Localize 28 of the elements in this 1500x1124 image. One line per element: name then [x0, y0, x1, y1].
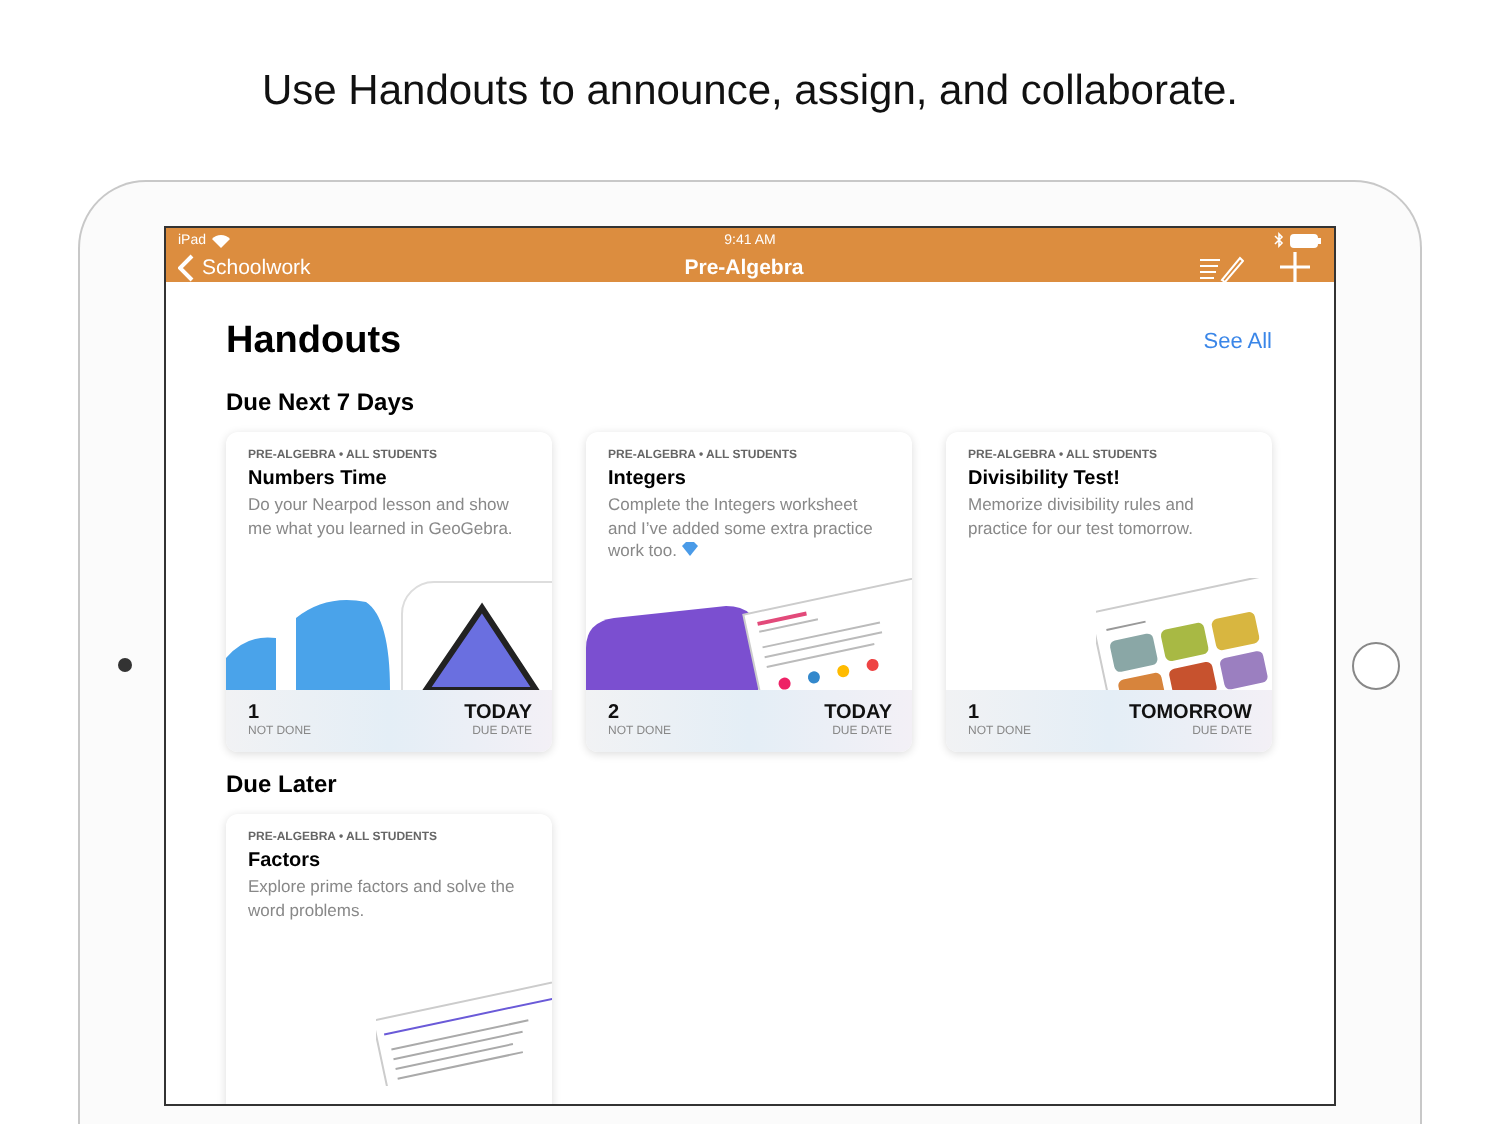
camera-icon: [118, 658, 132, 672]
page-title: Handouts: [226, 320, 402, 364]
handout-description: Explore prime factors and solve the word problems.: [248, 876, 517, 922]
handout-description: Memorize divisibility rules and practice for our test tomorrow.: [968, 494, 1196, 540]
battery-icon: [1290, 233, 1322, 247]
not-done-count: 1: [968, 702, 982, 725]
nav-title: Pre-Algebra: [684, 255, 804, 279]
due-date: TODAY: [824, 702, 892, 725]
back-chevron-icon: [178, 253, 194, 281]
handout-title: Factors: [248, 850, 323, 872]
due-date: TOMORROW: [1129, 702, 1252, 725]
handout-title: Integers: [608, 468, 688, 490]
compose-icon[interactable]: [1200, 253, 1244, 281]
headline: Use Handouts to announce, assign, and collaborate.: [262, 68, 1238, 116]
handout-description: Do your Nearpod lesson and show me what you learned in GeoGebra.: [248, 494, 515, 540]
bluetooth-icon: [1274, 232, 1284, 248]
see-all-link[interactable]: See All: [1203, 330, 1272, 354]
section-title: Due Next 7 Days: [226, 388, 417, 416]
due-date: TODAY: [464, 702, 532, 725]
add-icon[interactable]: [1280, 252, 1310, 282]
home-button[interactable]: [1352, 642, 1400, 690]
handout-title: Numbers Time: [248, 468, 389, 490]
handout-title: Divisibility Test!: [968, 468, 1122, 490]
wifi-icon: [212, 233, 231, 247]
not-done-count: 2: [608, 702, 622, 725]
handout-description: Complete the Integers worksheet and I’ve added some extra practice work too.: [608, 494, 875, 563]
section-title: Due Later: [226, 770, 339, 798]
not-done-count: 1: [248, 702, 262, 725]
